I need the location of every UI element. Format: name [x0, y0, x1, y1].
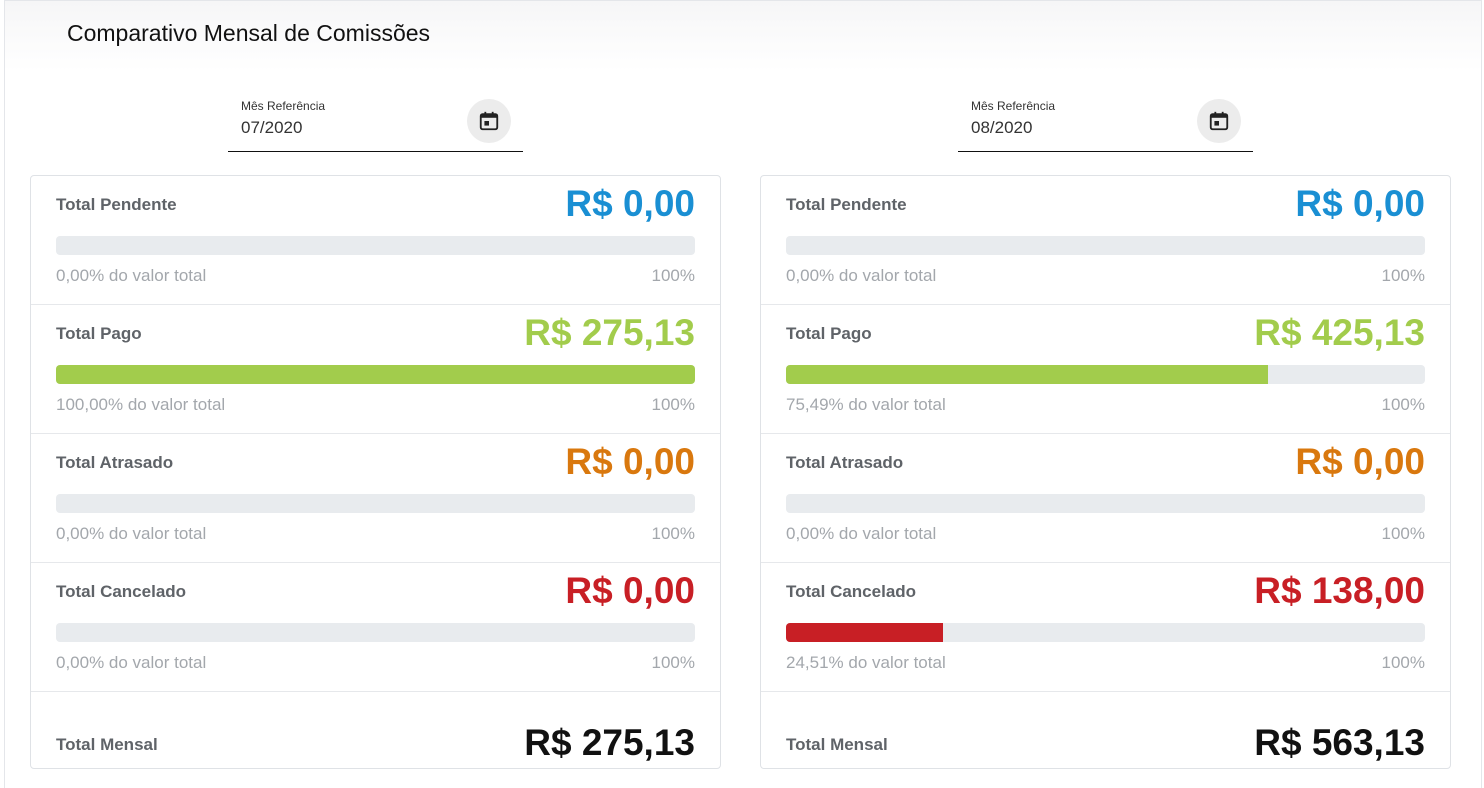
page-title: Comparativo Mensal de Comissões: [67, 20, 431, 46]
progress-fill: [56, 365, 695, 384]
row-cancelado: Total Cancelado R$ 0,00 0,00% do valor t…: [31, 563, 720, 692]
row-label: Total Atrasado: [786, 453, 904, 472]
row-cap: 100%: [1381, 395, 1425, 414]
month-picker-label: Mês Referência: [241, 99, 326, 113]
row-percent: 75,49% do valor total: [786, 395, 946, 414]
progress-bar: [56, 365, 695, 384]
row-label: Total Pago: [786, 324, 872, 343]
row-atrasado: Total Atrasado R$ 0,00 0,00% do valor to…: [761, 434, 1450, 563]
row-percent: 0,00% do valor total: [56, 653, 207, 672]
summary-panel-left: Total Pendente R$ 0,00 0,00% do valor to…: [30, 175, 721, 769]
row-cancelado: Total Cancelado R$ 138,00 24,51% do valo…: [761, 563, 1450, 692]
row-pago: Total Pago R$ 275,13 100,00% do valor to…: [31, 305, 720, 434]
row-amount: R$ 0,00: [1295, 183, 1425, 224]
row-atrasado: Total Atrasado R$ 0,00 0,00% do valor to…: [31, 434, 720, 563]
row-amount: R$ 275,13: [524, 312, 695, 353]
row-cap: 100%: [651, 266, 695, 285]
row-label: Total Pendente: [786, 195, 907, 214]
row-percent: 0,00% do valor total: [786, 524, 937, 543]
progress-fill: [786, 365, 1269, 384]
row-pendente: Total Pendente R$ 0,00 0,00% do valor to…: [761, 176, 1450, 305]
progress-bar: [786, 365, 1425, 384]
row-amount: R$ 138,00: [1254, 570, 1425, 611]
row-amount: R$ 0,00: [565, 441, 695, 482]
row-percent: 0,00% do valor total: [786, 266, 937, 285]
row-label: Total Pendente: [56, 195, 177, 214]
total-amount: R$ 563,13: [1254, 722, 1425, 763]
row-amount: R$ 0,00: [565, 183, 695, 224]
total-label: Total Mensal: [786, 735, 888, 754]
calendar-icon[interactable]: [1197, 99, 1241, 143]
row-label: Total Atrasado: [56, 453, 174, 472]
row-pago: Total Pago R$ 425,13 75,49% do valor tot…: [761, 305, 1450, 434]
total-amount: R$ 275,13: [524, 722, 695, 763]
progress-bar: [786, 494, 1425, 513]
row-amount: R$ 425,13: [1254, 312, 1425, 353]
row-total-mensal: Total Mensal R$ 275,13: [31, 692, 720, 773]
row-percent: 100,00% do valor total: [56, 395, 226, 414]
progress-fill: [786, 623, 943, 642]
progress-bar: [56, 623, 695, 642]
row-cap: 100%: [651, 395, 695, 414]
row-percent: 24,51% do valor total: [786, 653, 946, 672]
month-picker-left[interactable]: Mês Referência 07/2020: [228, 97, 523, 152]
month-picker-value[interactable]: 08/2020: [971, 118, 1032, 138]
progress-bar: [786, 236, 1425, 255]
calendar-icon[interactable]: [467, 99, 511, 143]
row-label: Total Cancelado: [786, 582, 917, 601]
progress-bar: [786, 623, 1425, 642]
row-amount: R$ 0,00: [565, 570, 695, 611]
row-label: Total Pago: [56, 324, 142, 343]
row-amount: R$ 0,00: [1295, 441, 1425, 482]
summary-panel-right: Total Pendente R$ 0,00 0,00% do valor to…: [760, 175, 1451, 769]
month-picker-right[interactable]: Mês Referência 08/2020: [958, 97, 1253, 152]
month-picker-label: Mês Referência: [971, 99, 1056, 113]
row-percent: 0,00% do valor total: [56, 266, 207, 285]
row-cap: 100%: [1381, 524, 1425, 543]
row-cap: 100%: [651, 524, 695, 543]
progress-bar: [56, 494, 695, 513]
row-cap: 100%: [1381, 266, 1425, 285]
row-label: Total Cancelado: [56, 582, 187, 601]
month-picker-value[interactable]: 07/2020: [241, 118, 302, 138]
total-label: Total Mensal: [56, 735, 158, 754]
row-total-mensal: Total Mensal R$ 563,13: [761, 692, 1450, 773]
progress-bar: [56, 236, 695, 255]
row-cap: 100%: [1381, 653, 1425, 672]
row-percent: 0,00% do valor total: [56, 524, 207, 543]
row-pendente: Total Pendente R$ 0,00 0,00% do valor to…: [31, 176, 720, 305]
row-cap: 100%: [651, 653, 695, 672]
